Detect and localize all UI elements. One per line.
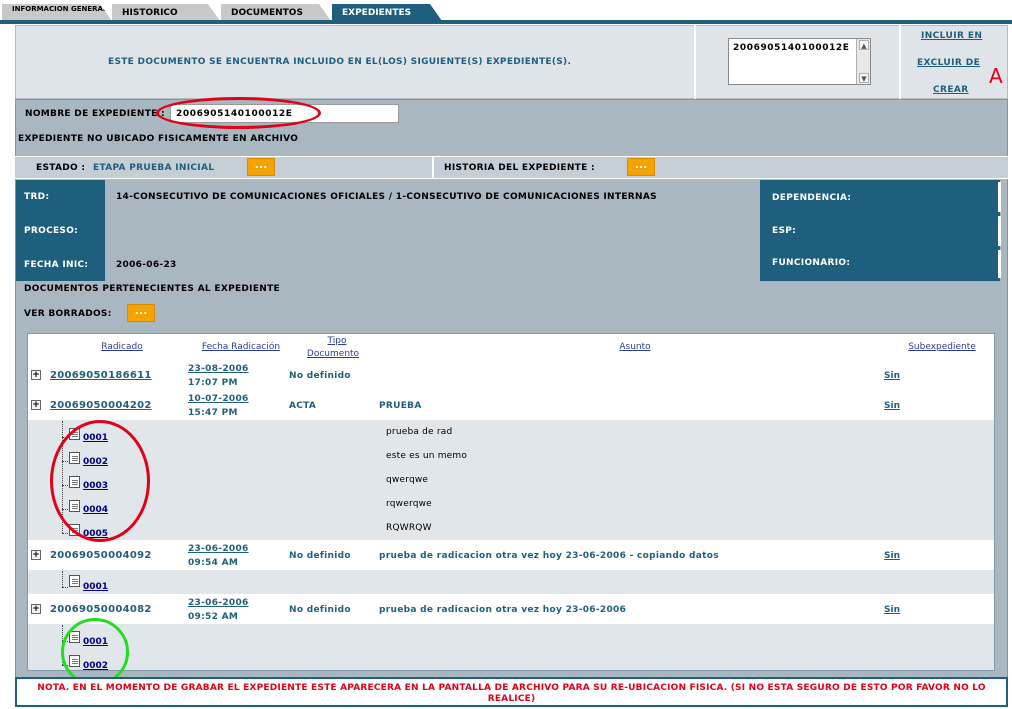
anexo-link[interactable]: 0001 (83, 582, 108, 592)
fecha-link[interactable]: 23-08-2006 (188, 362, 249, 376)
tab-expedientes[interactable]: EXPEDIENTES (332, 4, 442, 21)
annotation-circle-green (61, 618, 129, 686)
historia-label: HISTORIA DEL EXPEDIENTE : (444, 163, 595, 173)
divider (694, 25, 696, 99)
anexo-description: prueba de rad (386, 427, 453, 437)
subexpediente-link[interactable]: Sin (884, 551, 900, 561)
tree-line (62, 571, 63, 587)
dependencia-label: DEPENDENCIA: (772, 193, 852, 203)
tab-informacion-general[interactable]: INFORMACION GENERAL (2, 4, 112, 21)
nota-box: NOTA. EN EL MOMENTO DE GRABAR EL EXPEDIE… (15, 677, 1008, 707)
listbox-scrollbar[interactable]: ▲ ▼ (856, 39, 870, 84)
subexpediente-link[interactable]: Sin (884, 605, 900, 615)
tree-line (62, 533, 68, 534)
hora-text: 17:07 PM (188, 378, 238, 388)
nombre-expediente-label: NOMBRE DE EXPEDIENTE : (25, 109, 165, 119)
anexos-row (28, 420, 994, 540)
estado-label: ESTADO : (36, 163, 86, 173)
annotation-ellipse-red (50, 420, 150, 542)
tipo-text: No definido (289, 605, 351, 615)
header-message: ESTE DOCUMENTO SE ENCUENTRA INCLUIDO EN … (108, 57, 572, 67)
tab-documentos[interactable]: DOCUMENTOS (221, 4, 331, 21)
table-row (28, 361, 994, 390)
proceso-cell (106, 214, 759, 246)
divider (998, 216, 1001, 246)
estado-button[interactable]: ... (247, 158, 275, 176)
hora-text: 15:47 PM (188, 408, 238, 418)
annotation-ellipse-red (156, 97, 321, 129)
crear-link[interactable]: CREAR (933, 85, 969, 95)
expand-icon[interactable]: + (31, 550, 41, 560)
anexo-description: qwerqwe (386, 475, 429, 485)
expand-icon[interactable]: + (31, 400, 41, 410)
estado-value: ETAPA PRUEBA INICIAL (93, 163, 215, 173)
tab-label: EXPEDIENTES (342, 8, 412, 18)
expand-icon[interactable]: + (31, 370, 41, 380)
document-icon (69, 575, 80, 587)
subexpediente-link[interactable]: Sin (884, 371, 900, 381)
radicado-link[interactable]: 20069050186611 (50, 370, 152, 381)
col-radicado[interactable]: Radicado (80, 342, 164, 352)
historia-button[interactable]: ... (627, 158, 655, 176)
table-row (28, 391, 994, 420)
tipo-text: ACTA (289, 401, 317, 411)
proceso-label: PROCESO: (24, 226, 79, 236)
col-fecha-radicacion[interactable]: Fecha Radicación (190, 342, 292, 352)
tab-label: DOCUMENTOS (231, 8, 303, 18)
fecha-inic-label: FECHA INIC: (24, 260, 89, 270)
tipo-text: No definido (289, 371, 351, 381)
listbox-value[interactable]: 2006905140100012E (733, 43, 850, 53)
fecha-inic-value: 2006-06-23 (116, 260, 177, 270)
tab-label: HISTORICO (122, 8, 178, 18)
fecha-cell (106, 248, 759, 281)
radicado-link[interactable]: 20069050004202 (50, 400, 152, 411)
hora-text: 09:52 AM (188, 612, 239, 622)
trd-value: 14-CONSECUTIVO DE COMUNICACIONES OFICIAL… (116, 192, 657, 202)
fecha-link[interactable]: 23-06-2006 (188, 596, 249, 610)
tree-line (62, 587, 68, 588)
anexos-row (28, 570, 994, 594)
incluir-en-link[interactable]: INCLUIR EN (921, 31, 982, 41)
divider (998, 182, 1001, 212)
scroll-down-icon[interactable]: ▼ (859, 73, 869, 83)
fecha-link[interactable]: 10-07-2006 (188, 392, 249, 406)
excluir-de-link[interactable]: EXCLUIR DE (917, 58, 980, 68)
tipo-text: No definido (289, 551, 351, 561)
funcionario-label: FUNCIONARIO: (772, 258, 851, 268)
expedientes-listbox[interactable]: 2006905140100012E ▲ ▼ (728, 38, 871, 85)
radicado-text[interactable]: 20069050004082 (50, 604, 152, 615)
anexo-description: RQWRQW (386, 523, 432, 533)
trd-label: TRD: (24, 192, 50, 202)
divider (998, 250, 1001, 278)
anexo-description: rqwerqwe (386, 499, 432, 509)
ver-borrados-label: VER BORRADOS: (24, 309, 112, 319)
subexpediente-link[interactable]: Sin (884, 401, 900, 411)
annotation-letter: A (989, 64, 1003, 88)
col-tipo[interactable]: Tipo (300, 336, 374, 346)
tab-historico[interactable]: HISTORICO (112, 4, 220, 21)
asunto-text: PRUEBA (379, 401, 422, 411)
asunto-text: prueba de radicacion otra vez hoy 23-06-… (379, 551, 719, 561)
anexos-row (28, 624, 994, 670)
tab-underline (0, 20, 1012, 24)
anexo-description: este es un memo (386, 451, 468, 461)
asunto-text: prueba de radicacion otra vez hoy 23-06-… (379, 605, 627, 615)
documentos-title: DOCUMENTOS PERTENECIENTES AL EXPEDIENTE (24, 284, 281, 294)
hora-text: 09:54 AM (188, 558, 239, 568)
ubicacion-text: EXPEDIENTE NO UBICADO FISICAMENTE EN ARC… (18, 134, 299, 144)
col-subexpediente[interactable]: Subexpediente (897, 342, 987, 352)
nota-text: NOTA. EN EL MOMENTO DE GRABAR EL EXPEDIE… (37, 683, 986, 704)
radicado-text[interactable]: 20069050004092 (50, 550, 152, 561)
divider (899, 25, 901, 99)
esp-label: ESP: (772, 226, 797, 236)
col-asunto[interactable]: Asunto (590, 342, 680, 352)
ver-borrados-button[interactable]: ... (127, 304, 155, 322)
tab-label: INFORMACION GENERAL (12, 5, 108, 13)
col-tipo-documento[interactable]: Documento (300, 349, 366, 359)
expand-icon[interactable]: + (31, 604, 41, 614)
scroll-up-icon[interactable]: ▲ (859, 40, 869, 50)
fecha-link[interactable]: 23-06-2006 (188, 542, 249, 556)
divider (432, 156, 434, 179)
